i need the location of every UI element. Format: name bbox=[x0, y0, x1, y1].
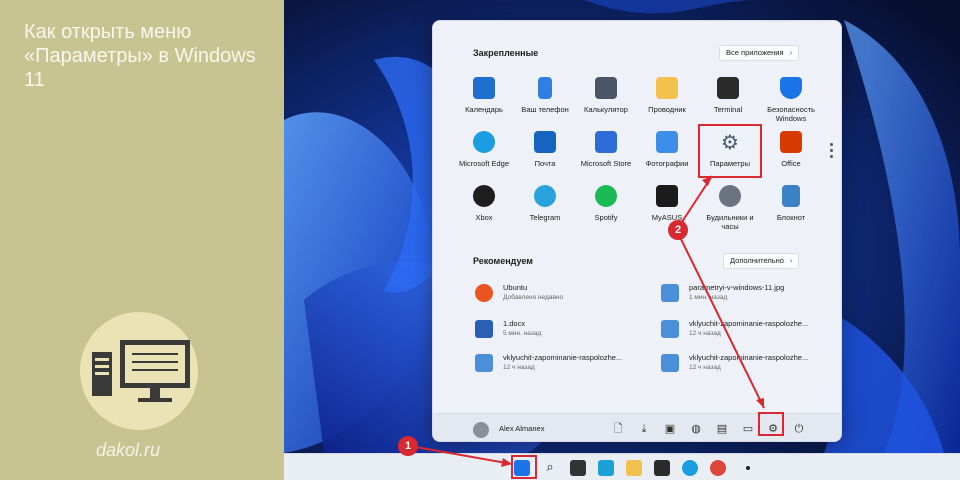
annotation-overlay bbox=[409, 175, 765, 467]
settings-button-highlight bbox=[758, 412, 784, 436]
settings-app-highlight bbox=[698, 124, 762, 178]
arrow-line-1 bbox=[409, 445, 513, 465]
start-button-highlight bbox=[511, 455, 537, 479]
arrow-head-2a bbox=[756, 398, 764, 408]
step-badge-2: 2 bbox=[668, 220, 688, 240]
arrow-line-2a bbox=[677, 232, 765, 409]
step-badge-1: 1 bbox=[398, 436, 418, 456]
